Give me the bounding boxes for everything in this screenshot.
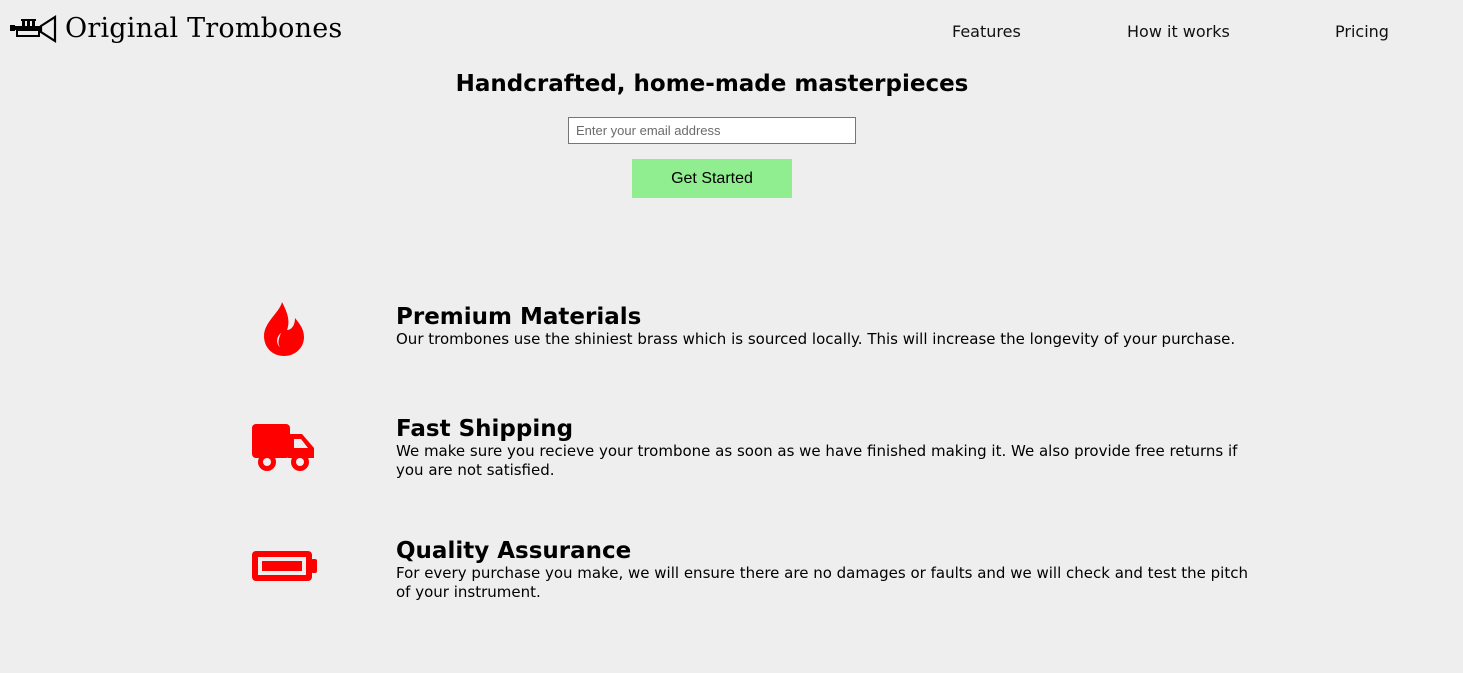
nav-link-features[interactable]: Features xyxy=(952,22,1021,41)
feature-title: Fast Shipping xyxy=(396,416,574,442)
feature-description: We make sure you recieve your trombone a… xyxy=(396,442,1238,479)
header: Original Trombones Features How it works… xyxy=(0,0,1463,64)
brand-logo[interactable]: Original Trombones xyxy=(9,12,342,46)
trumpet-icon xyxy=(10,14,57,44)
fire-icon xyxy=(264,302,304,356)
feature-text: Premium Materials Our trombones use the … xyxy=(396,304,1256,349)
hero-title: Handcrafted, home-made masterpieces xyxy=(455,71,969,97)
feature-description: For every purchase you make, we will ens… xyxy=(396,564,1248,601)
landing-page: Original Trombones Features How it works… xyxy=(0,0,1463,673)
feature-description: Our trombones use the shiniest brass whi… xyxy=(396,330,1236,348)
nav-link-how-it-works[interactable]: How it works xyxy=(1127,22,1230,41)
feature-text: Quality Assurance For every purchase you… xyxy=(396,538,1256,602)
feature-text: Fast Shipping We make sure you recieve y… xyxy=(396,416,1256,480)
brand-name: Original Trombones xyxy=(65,13,343,44)
feature-title: Premium Materials xyxy=(396,304,642,330)
truck-icon xyxy=(252,424,314,471)
get-started-button[interactable]: Get Started xyxy=(632,159,792,198)
email-input[interactable] xyxy=(568,117,856,144)
feature-title: Quality Assurance xyxy=(396,538,632,564)
battery-full-icon xyxy=(252,551,317,581)
nav-link-pricing[interactable]: Pricing xyxy=(1335,22,1389,41)
